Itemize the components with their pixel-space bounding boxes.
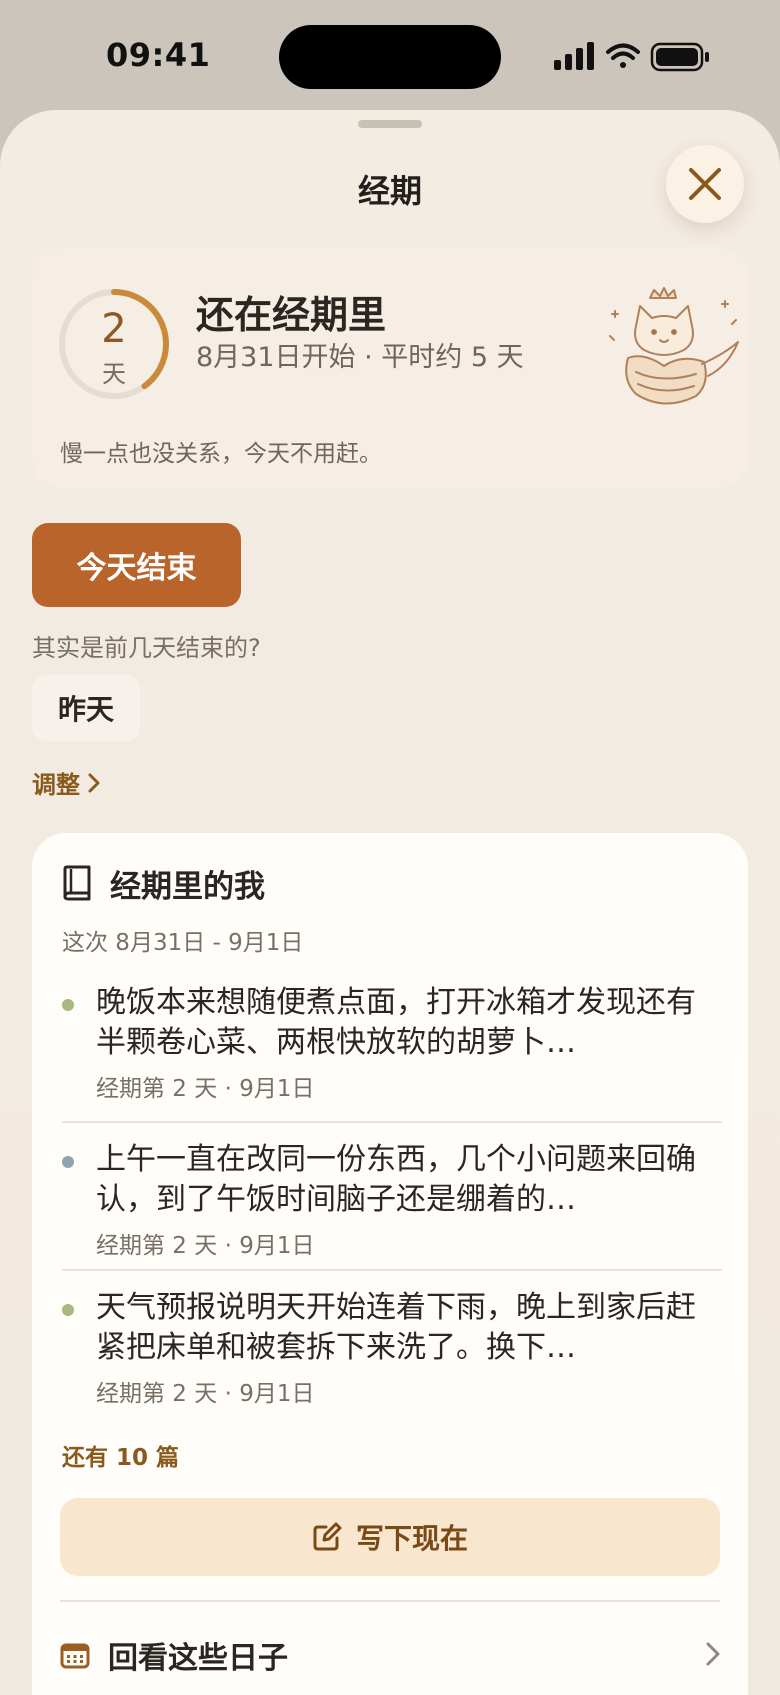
diary-entry[interactable]: 晚饭本来想随便煮点面，打开冰箱才发现还有半颗卷心菜、两根快放软的胡萝卜… 经期第… [62, 983, 722, 1103]
day-unit: 天 [102, 360, 126, 388]
ended-earlier-question: 其实是前几天结束的? [32, 634, 261, 662]
calendar-icon [60, 1643, 90, 1669]
chevron-right-icon [88, 773, 100, 792]
entry-divider [62, 1269, 722, 1271]
sheet-grabber[interactable] [358, 120, 422, 128]
status-icons [554, 42, 709, 72]
yesterday-button[interactable]: 昨天 [32, 675, 140, 741]
dynamic-island [279, 25, 501, 89]
diary-entry[interactable]: 天气预报说明天开始连着下雨，晚上到家后赶紧把床单和被套拆下来洗了。换下… 经期第… [62, 1288, 722, 1408]
entry-meta: 经期第 2 天 · 9月1日 [96, 1381, 315, 1407]
status-time: 09:41 [106, 36, 211, 74]
section-divider [60, 1600, 720, 1602]
diary-entry[interactable]: 上午一直在改同一份东西，几个小问题来回确认，到了午饭时间脑子还是绷着的… 经期第… [62, 1140, 722, 1260]
status-bar: 09:41 [0, 0, 780, 110]
entry-dot [62, 1304, 74, 1316]
entry-meta: 经期第 2 天 · 9月1日 [96, 1233, 315, 1259]
adjust-label: 调整 [32, 771, 80, 799]
status-note: 慢一点也没关系，今天不用赶。 [60, 441, 382, 467]
period-status-card: 2 天 还在经期里 8月31日开始 · 平时约 5 天 慢一点也没关系，今天不用… [32, 248, 748, 488]
battery-icon [650, 42, 709, 72]
status-subtitle: 8月31日开始 · 平时约 5 天 [196, 342, 524, 373]
chevron-right-icon [706, 1642, 720, 1666]
book-icon [63, 865, 91, 901]
close-icon [689, 168, 721, 200]
period-sheet: 经期 2 天 还在经期里 8月31日开始 · 平时约 5 天 慢一点也没关系，今… [0, 110, 780, 1695]
review-days-row[interactable]: 回看这些日子 [60, 1620, 720, 1690]
more-entries-link[interactable]: 还有 10 篇 [62, 1438, 179, 1472]
write-now-label: 写下现在 [355, 1522, 468, 1555]
entry-text: 上午一直在改同一份东西，几个小问题来回确认，到了午饭时间脑子还是绷着的… [96, 1142, 696, 1217]
status-title: 还在经期里 [196, 293, 387, 337]
diary-header: 经期里的我 [62, 863, 265, 905]
entry-divider [62, 1121, 722, 1123]
diary-range: 这次 8月31日 - 9月1日 [62, 930, 304, 956]
end-today-button[interactable]: 今天结束 [32, 523, 241, 607]
entry-dot [62, 1156, 74, 1168]
entry-text: 晚饭本来想随便煮点面，打开冰箱才发现还有半颗卷心菜、两根快放软的胡萝卜… [96, 985, 696, 1060]
adjust-link[interactable]: 调整 [32, 765, 100, 800]
diary-title: 经期里的我 [110, 868, 265, 905]
sheet-title: 经期 [357, 172, 422, 210]
day-number: 2 [101, 306, 127, 352]
edit-icon [313, 1522, 342, 1551]
entry-dot [62, 999, 74, 1011]
entry-text: 天气预报说明天开始连着下雨，晚上到家后赶紧把床单和被套拆下来洗了。换下… [96, 1290, 696, 1365]
wifi-icon [606, 43, 640, 68]
review-days-label: 回看这些日子 [108, 1641, 288, 1676]
cat-illustration [609, 287, 739, 405]
write-now-button[interactable]: 写下现在 [60, 1498, 720, 1576]
close-button[interactable] [666, 145, 744, 223]
signal-icon [554, 42, 594, 70]
diary-card: 经期里的我 这次 8月31日 - 9月1日 晚饭本来想随便煮点面，打开冰箱才发现… [32, 833, 748, 1695]
entry-meta: 经期第 2 天 · 9月1日 [96, 1076, 315, 1102]
